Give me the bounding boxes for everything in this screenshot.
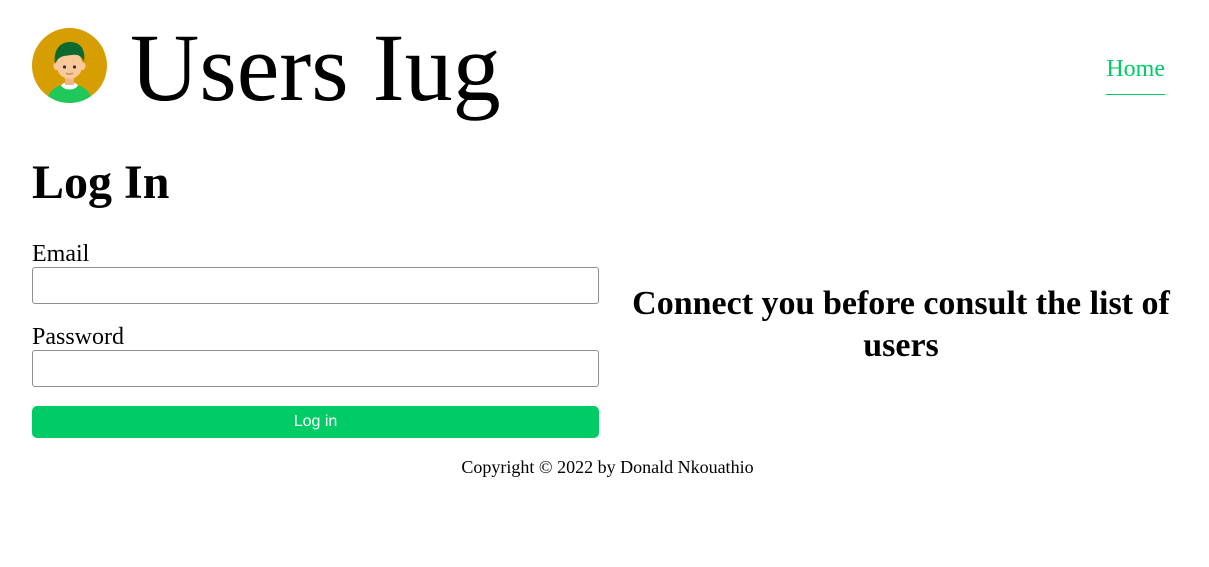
nav-home-link[interactable]: Home <box>1106 55 1165 95</box>
site-header: Users Iug Home <box>32 14 1165 132</box>
email-label: Email <box>32 241 90 267</box>
user-avatar-icon <box>32 28 107 103</box>
email-field[interactable] <box>32 267 599 304</box>
password-field[interactable] <box>32 350 599 387</box>
password-label: Password <box>32 324 125 350</box>
login-button[interactable]: Log in <box>32 406 599 438</box>
footer-copyright: Copyright © 2022 by Donald Nkouathio <box>461 457 754 477</box>
site-title: Users Iug <box>130 14 501 121</box>
connect-message: Connect you before consult the list of u… <box>632 285 1170 364</box>
page: Users Iug Home Log In Email Password Log… <box>0 0 1209 567</box>
login-title: Log In <box>32 156 170 209</box>
